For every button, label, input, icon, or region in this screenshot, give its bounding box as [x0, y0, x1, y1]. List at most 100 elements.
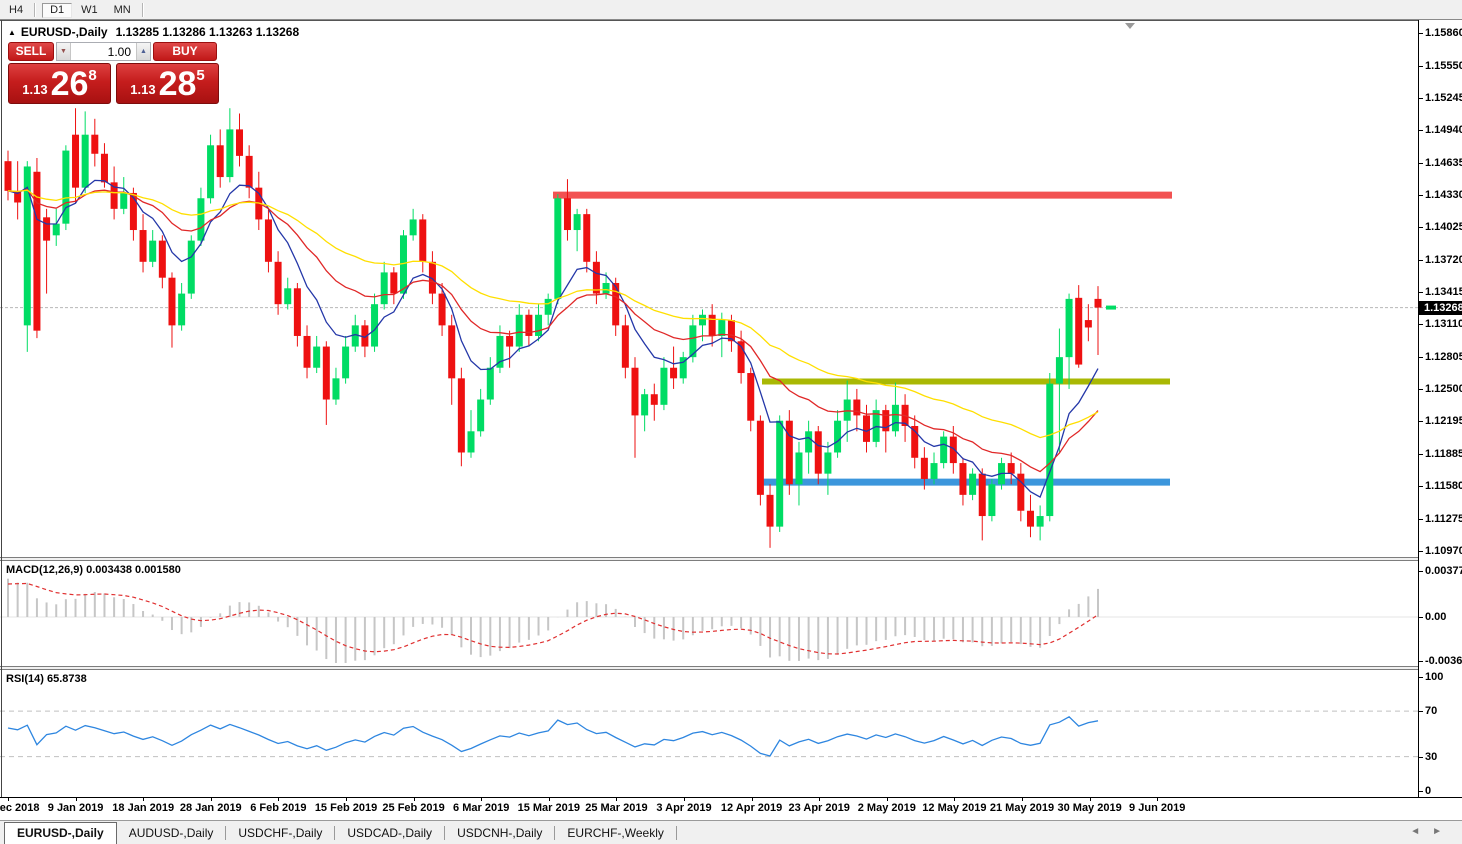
date-tick [1022, 798, 1023, 801]
timeframe-button-h4[interactable]: H4 [2, 3, 30, 18]
date-tick [954, 798, 955, 801]
ohlc-values: 1.13285 1.13286 1.13263 1.13268 [116, 25, 300, 39]
macd-indicator-label: MACD(12,26,9) 0.003438 0.001580 [6, 564, 181, 576]
macd-pane[interactable] [0, 561, 1419, 666]
date-axis-label: 6 Feb 2019 [250, 802, 306, 814]
sell-price-display[interactable]: 1.13 26 8 [8, 63, 111, 104]
sell-button[interactable]: SELL [8, 42, 54, 61]
price-axis[interactable]: 1.15860 1.15550 1.15245 1.14940 1.14635 1.143… [1419, 20, 1462, 798]
axis-tick [1419, 33, 1423, 34]
axis-tick [1419, 486, 1423, 487]
tab-divider [676, 826, 677, 840]
toolbar-separator [142, 3, 144, 17]
date-axis-label: 15 Mar 2019 [518, 802, 580, 814]
price-axis-label: 1.12805 [1425, 351, 1462, 363]
axis-tick [1419, 711, 1423, 712]
axis-tick [1419, 260, 1423, 261]
axis-tick [1419, 791, 1423, 792]
chart-tab-usdcad[interactable]: USDCAD-,Daily [335, 822, 444, 844]
chart-left-border [1, 20, 2, 798]
price-axis-label: 1.12195 [1425, 415, 1462, 427]
timeframe-button-mn[interactable]: MN [107, 3, 138, 18]
price-axis-label: 1.15860 [1425, 27, 1462, 39]
buy-button[interactable]: BUY [153, 42, 217, 61]
date-axis-label: 2 May 2019 [858, 802, 916, 814]
date-tick [1157, 798, 1158, 801]
toolbar-separator [34, 3, 36, 17]
date-axis-label: 21 May 2019 [990, 802, 1054, 814]
price-axis-label: 1.14330 [1425, 189, 1462, 201]
rsi-axis-label: 0 [1425, 785, 1431, 797]
price-axis-label: 1.13415 [1425, 286, 1462, 298]
price-axis-label: 1.11275 [1425, 513, 1462, 525]
date-axis-label: 12 Apr 2019 [721, 802, 782, 814]
date-tick [819, 798, 820, 801]
buy-price-prefix: 1.13 [130, 82, 155, 97]
chart-tab-usdchf[interactable]: USDCHF-,Daily [226, 822, 334, 844]
chart-window: 1.15860 1.15550 1.15245 1.14940 1.14635 1.143… [0, 20, 1462, 843]
axis-tick [1419, 292, 1423, 293]
date-axis-label: 9 Jan 2019 [48, 802, 104, 814]
axis-tick [1419, 571, 1423, 572]
chart-tab-eurchf[interactable]: EURCHF-,Weekly [555, 822, 675, 844]
axis-tick [1419, 389, 1423, 390]
buy-price-display[interactable]: 1.13 28 5 [116, 63, 219, 104]
volume-stepper: ▼ ▲ [56, 42, 151, 61]
volume-increase-icon[interactable]: ▲ [136, 43, 150, 60]
timeframe-button-w1[interactable]: W1 [74, 3, 105, 18]
date-axis[interactable]: 31 Dec 20189 Jan 201918 Jan 201928 Jan 2… [0, 797, 1462, 820]
axis-tick [1419, 195, 1423, 196]
rsi-indicator-label: RSI(14) 65.8738 [6, 673, 87, 685]
price-axis-label: 1.14025 [1425, 221, 1462, 233]
date-tick [211, 798, 212, 801]
date-tick [887, 798, 888, 801]
date-axis-label: 25 Feb 2019 [382, 802, 444, 814]
chart-top-border [0, 20, 1462, 21]
date-tick [414, 798, 415, 801]
sell-price-big: 26 [51, 66, 89, 102]
chart-tab-audusd[interactable]: AUDUSD-,Daily [117, 822, 226, 844]
date-axis-label: 23 Apr 2019 [789, 802, 850, 814]
buy-price-big: 28 [159, 66, 197, 102]
buy-price-sup: 5 [196, 67, 204, 84]
current-price-tag: 1.13268 [1419, 301, 1462, 315]
collapse-panel-icon[interactable]: ▲ [8, 28, 16, 37]
date-tick [481, 798, 482, 801]
axis-tick [1419, 519, 1423, 520]
price-axis-label: 1.13720 [1425, 254, 1462, 266]
date-axis-label: 18 Jan 2019 [112, 802, 174, 814]
chart-tab-eurusd[interactable]: EURUSD-,Daily [4, 822, 117, 844]
chart-shift-marker-icon[interactable] [1125, 23, 1135, 29]
price-axis-label: 1.11580 [1425, 480, 1462, 492]
axis-tick [1419, 551, 1423, 552]
axis-tick [1419, 163, 1423, 164]
tab-scroll-right-icon[interactable]: ► [1432, 826, 1454, 837]
axis-tick [1419, 227, 1423, 228]
date-tick [1090, 798, 1091, 801]
rsi-axis-label: 70 [1425, 705, 1437, 717]
price-axis-label: 1.13110 [1425, 318, 1462, 330]
date-tick [684, 798, 685, 801]
date-tick [76, 798, 77, 801]
macd-axis-label: 0.00 [1425, 611, 1446, 623]
price-axis-label: 1.15550 [1425, 60, 1462, 72]
date-axis-label: 30 May 2019 [1057, 802, 1121, 814]
chart-tab-usdcnh[interactable]: USDCNH-,Daily [445, 822, 554, 844]
tab-scroll-left-icon[interactable]: ◄ [1410, 826, 1432, 837]
tab-scroll-arrows[interactable]: ◄► [1410, 826, 1454, 837]
timeframe-button-d1[interactable]: D1 [42, 3, 72, 18]
price-axis-label: 1.12500 [1425, 383, 1462, 395]
volume-decrease-icon[interactable]: ▼ [57, 43, 71, 60]
date-axis-label: 6 Mar 2019 [453, 802, 509, 814]
one-click-trade-panel: ▲ EURUSD-,Daily 1.13285 1.13286 1.13263 … [8, 25, 230, 104]
date-tick [616, 798, 617, 801]
rsi-pane[interactable] [0, 670, 1419, 797]
price-axis-label: 1.14635 [1425, 157, 1462, 169]
date-axis-label: 31 Dec 2018 [0, 802, 40, 814]
price-axis-label: 1.14940 [1425, 124, 1462, 136]
volume-input[interactable] [71, 43, 136, 60]
price-axis-label: 1.15245 [1425, 92, 1462, 104]
rsi-axis-label: 100 [1425, 671, 1443, 683]
axis-tick [1419, 617, 1423, 618]
date-tick [346, 798, 347, 801]
